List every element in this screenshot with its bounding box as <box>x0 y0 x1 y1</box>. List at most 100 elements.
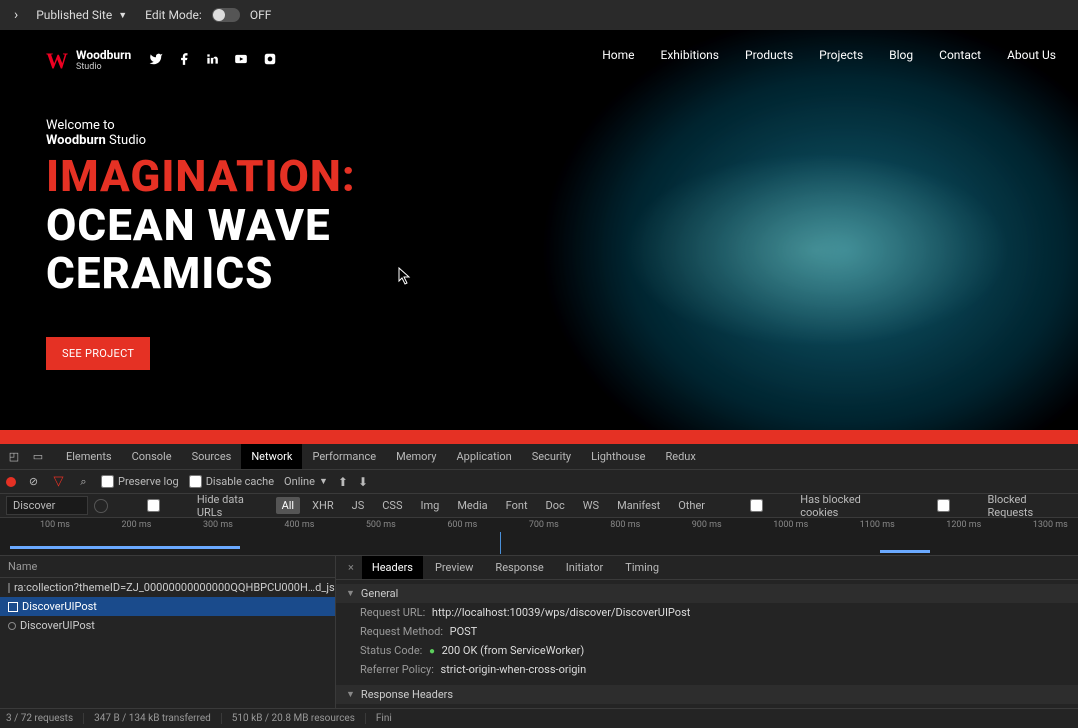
accent-bar <box>0 430 1078 444</box>
edit-mode-toggle-group: Edit Mode: OFF <box>145 8 271 22</box>
caret-down-icon: ▼ <box>319 476 328 487</box>
disable-cache-checkbox[interactable]: Disable cache <box>189 475 274 488</box>
see-project-button[interactable]: SEE PROJECT <box>46 337 150 370</box>
file-icon <box>8 583 10 593</box>
detail-tab-preview[interactable]: Preview <box>425 556 483 579</box>
main-nav: Home Exhibitions Products Projects Blog … <box>602 48 1056 62</box>
logo-mark: W <box>46 48 68 74</box>
kv-request-url: Request URL: http://localhost:10039/wps/… <box>336 603 1078 622</box>
invert-toggle[interactable] <box>94 499 108 513</box>
hide-dataurls-checkbox[interactable]: Hide data URLs <box>114 493 270 519</box>
edit-mode-switch[interactable] <box>212 8 240 22</box>
tab-sources[interactable]: Sources <box>182 444 242 469</box>
network-filter-row: Hide data URLs All XHR JS CSS Img Media … <box>0 494 1078 518</box>
instagram-icon[interactable] <box>263 52 277 70</box>
nav-blog[interactable]: Blog <box>889 48 913 62</box>
close-detail-button[interactable]: × <box>342 557 360 578</box>
device-icon[interactable]: ▭ <box>30 450 46 463</box>
status-transferred: 347 B / 134 kB transferred <box>94 713 222 724</box>
kv-request-method: Request Method: POST <box>336 622 1078 641</box>
tab-performance[interactable]: Performance <box>302 444 386 469</box>
filter-doc[interactable]: Doc <box>540 497 571 514</box>
tab-security[interactable]: Security <box>522 444 581 469</box>
nav-products[interactable]: Products <box>745 48 793 62</box>
hero-image <box>496 30 1078 430</box>
logo-sub: Studio <box>76 63 131 73</box>
clear-button[interactable]: ⊘ <box>26 475 41 488</box>
filter-toggle-icon[interactable]: ▽ <box>51 474 66 489</box>
network-toolbar: ⊘ ▽ ⌕ Preserve log Disable cache Online … <box>0 470 1078 494</box>
blocked-requests-checkbox[interactable]: Blocked Requests <box>904 493 1072 519</box>
headline-line2: CERAMICS <box>46 250 496 298</box>
nav-exhibitions[interactable]: Exhibitions <box>661 48 719 62</box>
filter-xhr[interactable]: XHR <box>306 497 340 514</box>
request-row[interactable]: ra:collection?themeID=ZJ_00000000000000Q… <box>0 578 335 597</box>
nav-projects[interactable]: Projects <box>819 48 863 62</box>
nav-contact[interactable]: Contact <box>939 48 981 62</box>
edit-mode-state: OFF <box>250 8 272 22</box>
caret-down-icon: ▼ <box>118 10 127 21</box>
section-general[interactable]: ▼General <box>336 584 1078 603</box>
devtools-statusbar: 3 / 72 requests 347 B / 134 kB transferr… <box>0 708 1078 728</box>
request-list-header: Name <box>0 556 335 578</box>
published-site-dropdown[interactable]: Published Site ▼ <box>36 8 127 22</box>
devtools-panel: ◰ ▭ Elements Console Sources Network Per… <box>0 444 1078 728</box>
tab-lighthouse[interactable]: Lighthouse <box>581 444 655 469</box>
nav-about[interactable]: About Us <box>1007 48 1056 62</box>
request-detail-panel: × Headers Preview Response Initiator Tim… <box>336 556 1078 708</box>
download-icon[interactable]: ⬇ <box>358 475 368 489</box>
tab-console[interactable]: Console <box>122 444 182 469</box>
filter-all[interactable]: All <box>276 497 301 514</box>
welcome-bold: Woodburn <box>46 133 106 148</box>
facebook-icon[interactable] <box>177 52 191 70</box>
nav-home[interactable]: Home <box>602 48 634 62</box>
record-button[interactable] <box>6 477 16 487</box>
filter-font[interactable]: Font <box>500 497 534 514</box>
filter-img[interactable]: Img <box>414 497 445 514</box>
welcome-text: Welcome to Woodburn Studio <box>46 118 496 148</box>
social-links <box>149 52 277 70</box>
tab-application[interactable]: Application <box>446 444 521 469</box>
upload-icon[interactable]: ⬆ <box>338 475 348 489</box>
kv-referrer-policy: Referrer Policy: strict-origin-when-cros… <box>336 660 1078 679</box>
tab-redux[interactable]: Redux <box>655 444 705 469</box>
status-finish: Fini <box>376 713 402 724</box>
welcome-pre: Welcome to <box>46 118 115 133</box>
tab-memory[interactable]: Memory <box>386 444 446 469</box>
twitter-icon[interactable] <box>149 52 163 70</box>
logo-name: Woodburn <box>76 49 131 62</box>
linkedin-icon[interactable] <box>205 52 219 70</box>
blocked-cookies-checkbox[interactable]: Has blocked cookies <box>717 493 898 519</box>
filter-other[interactable]: Other <box>672 497 711 514</box>
kv-status-code: Status Code: ● 200 OK (from ServiceWorke… <box>336 641 1078 660</box>
detail-tab-initiator[interactable]: Initiator <box>556 556 614 579</box>
section-response-headers[interactable]: ▼Response Headers <box>336 685 1078 704</box>
expand-chevron[interactable]: › <box>14 7 18 23</box>
tab-network[interactable]: Network <box>241 444 302 469</box>
network-timeline[interactable]: 100 ms200 ms300 ms400 ms500 ms600 ms700 … <box>0 518 1078 556</box>
tab-elements[interactable]: Elements <box>56 444 122 469</box>
detail-tab-headers[interactable]: Headers <box>362 556 423 579</box>
filter-media[interactable]: Media <box>451 497 493 514</box>
detail-tab-response[interactable]: Response <box>485 556 553 579</box>
inspect-icon[interactable]: ◰ <box>6 450 22 463</box>
site-logo[interactable]: W Woodburn Studio <box>46 48 131 74</box>
detail-tab-timing[interactable]: Timing <box>615 556 669 579</box>
filter-css[interactable]: CSS <box>376 497 408 514</box>
request-row[interactable]: DiscoverUIPost <box>0 597 335 616</box>
filter-ws[interactable]: WS <box>577 497 605 514</box>
filter-manifest[interactable]: Manifest <box>611 497 666 514</box>
throttling-dropdown[interactable]: Online ▼ <box>284 475 328 488</box>
filter-input[interactable] <box>6 496 88 515</box>
search-icon[interactable]: ⌕ <box>76 475 91 489</box>
devtools-tabs: ◰ ▭ Elements Console Sources Network Per… <box>0 444 1078 470</box>
edit-mode-label: Edit Mode: <box>145 8 202 22</box>
preserve-log-checkbox[interactable]: Preserve log <box>101 475 179 488</box>
request-row[interactable]: DiscoverUIPost <box>0 616 335 635</box>
status-requests: 3 / 72 requests <box>6 713 84 724</box>
file-icon <box>8 602 18 612</box>
youtube-icon[interactable] <box>233 52 249 70</box>
filter-js[interactable]: JS <box>346 497 371 514</box>
editor-topbar: › Published Site ▼ Edit Mode: OFF <box>0 0 1078 30</box>
request-list-panel: Name ra:collection?themeID=ZJ_0000000000… <box>0 556 336 708</box>
